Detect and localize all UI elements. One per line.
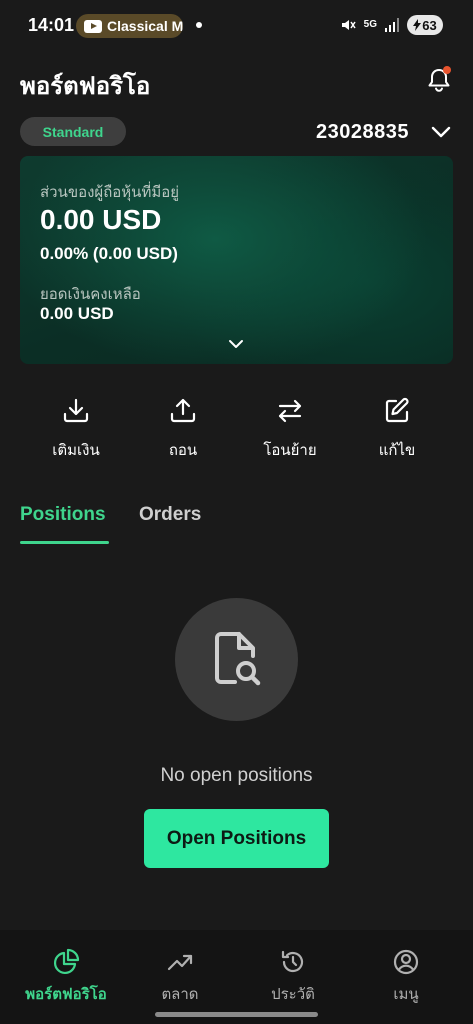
notification-badge — [443, 66, 451, 74]
battery-indicator: 63 — [407, 15, 443, 35]
account-type-badge: Standard — [20, 117, 126, 146]
nav-item-portfolio[interactable]: พอร์ตฟอริโอ — [11, 948, 121, 1006]
bottom-nav: พอร์ตฟอริโอ ตลาด ประวัติ เมนู — [0, 930, 473, 1024]
transfer-label: โอนย้าย — [263, 442, 317, 459]
edit-button[interactable]: แก้ไข — [357, 396, 437, 462]
balance-label: ยอดเงินคงเหลือ — [40, 286, 141, 303]
withdraw-label: ถอน — [168, 442, 198, 459]
notification-dot-icon — [196, 22, 202, 28]
status-time: 14:01 — [28, 15, 75, 35]
tab-positions[interactable]: Positions — [20, 504, 106, 526]
nav-label-market: ตลาด — [161, 986, 199, 1003]
edit-label: แก้ไข — [378, 442, 416, 459]
nav-item-menu[interactable]: เมนู — [351, 948, 461, 1006]
pie-chart-icon — [53, 948, 80, 975]
balance-value: 0.00 USD — [40, 304, 114, 323]
equity-label: ส่วนของผู้ถือหุ้นที่มีอยู่ — [40, 184, 180, 201]
mute-icon — [341, 20, 356, 30]
expand-chevron-icon[interactable] — [227, 337, 245, 351]
deposit-button[interactable]: เติมเงิน — [36, 396, 116, 462]
status-icons: 5G 63 — [340, 15, 443, 35]
nav-item-history[interactable]: ประวัติ — [238, 948, 348, 1006]
equity-value: 0.00 USD — [40, 204, 162, 235]
nav-label-history: ประวัติ — [271, 986, 315, 1003]
history-icon — [281, 950, 304, 973]
download-icon — [63, 398, 89, 423]
media-playback-pill[interactable]: Classical M — [76, 14, 183, 38]
edit-icon — [385, 397, 409, 423]
open-positions-button[interactable]: Open Positions — [144, 809, 329, 868]
youtube-icon — [84, 19, 102, 33]
deposit-label: เติมเงิน — [52, 442, 100, 459]
network-label: 5G — [363, 19, 377, 30]
active-tab-indicator — [20, 541, 109, 544]
account-number[interactable]: 23028835 — [316, 121, 409, 144]
transfer-icon — [278, 399, 302, 423]
page-title: พอร์ตฟอริโอ — [20, 73, 151, 100]
tab-orders[interactable]: Orders — [139, 504, 201, 526]
battery-level: 63 — [422, 17, 437, 33]
upload-icon — [170, 398, 196, 423]
equity-change: 0.00% (0.00 USD) — [40, 244, 178, 263]
nav-label-menu: เมนู — [393, 986, 419, 1003]
status-bar: 14:01 Classical M 5G 63 — [0, 0, 473, 52]
charging-icon — [413, 19, 422, 31]
media-title: Classical M — [107, 18, 183, 34]
file-search-icon — [214, 631, 260, 685]
home-indicator[interactable] — [155, 1012, 318, 1017]
app-screen: 14:01 Classical M 5G 63 พอร์ตฟอริโอ Stan… — [0, 0, 473, 1024]
transfer-button[interactable]: โอนย้าย — [250, 396, 330, 462]
nav-label-portfolio: พอร์ตฟอริโอ — [25, 986, 107, 1003]
empty-state-illustration — [175, 598, 298, 721]
withdraw-button[interactable]: ถอน — [143, 396, 223, 462]
signal-icon — [385, 18, 399, 32]
user-icon — [393, 949, 419, 975]
trend-up-icon — [167, 954, 193, 971]
nav-item-market[interactable]: ตลาด — [125, 948, 235, 1006]
empty-state-message: No open positions — [160, 765, 313, 786]
balance-card: ส่วนของผู้ถือหุ้นที่มีอยู่ 0.00 USD 0.00… — [20, 156, 453, 364]
chevron-down-icon[interactable] — [430, 122, 452, 142]
